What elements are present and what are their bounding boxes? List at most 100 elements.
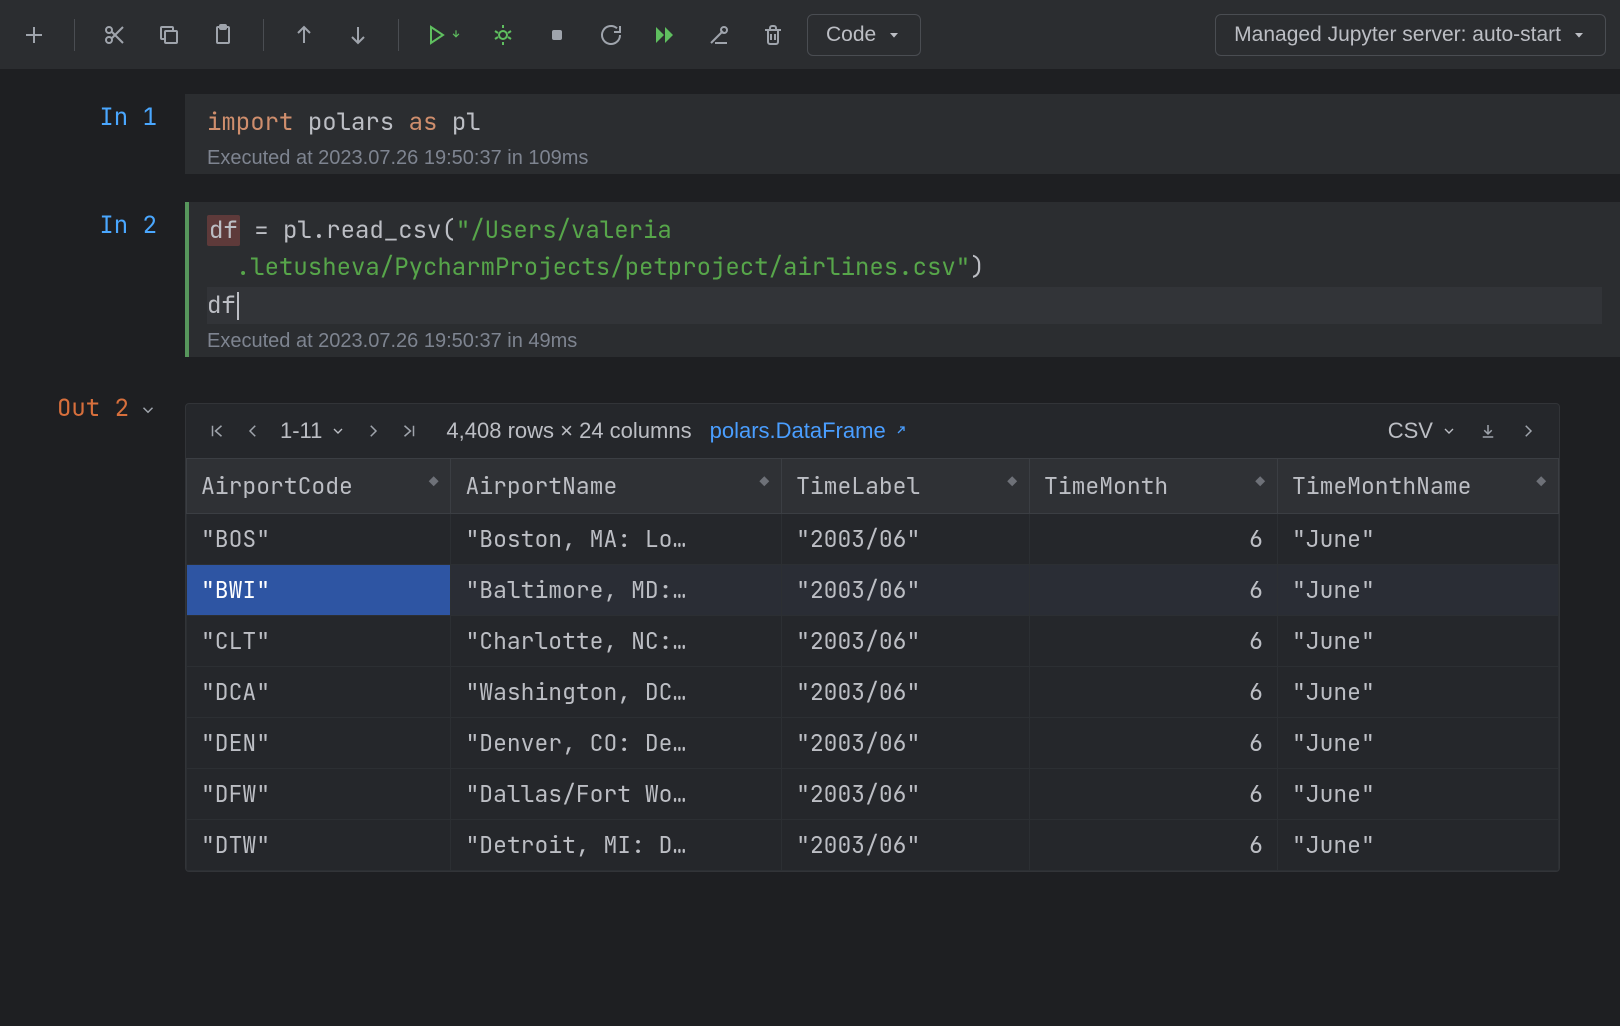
notebook-toolbar: Code Managed Jupyter server: auto-start <box>0 0 1620 70</box>
cell[interactable]: "DTW" <box>187 819 451 870</box>
cell-out-2: Out 2 1-11 4,408 rows × 24 columns <box>0 385 1620 872</box>
server-label: Managed Jupyter server: auto-start <box>1234 23 1561 47</box>
cut-button[interactable] <box>95 15 135 55</box>
cell[interactable]: 6 <box>1030 666 1278 717</box>
execution-info: Executed at 2023.07.26 19:50:37 in 109ms <box>207 147 1602 170</box>
expand-button[interactable] <box>1519 422 1537 440</box>
dataframe-table: AirportCode◆ AirportName◆ TimeLabel◆ Tim… <box>186 458 1559 871</box>
code-line[interactable]: .letusheva/PycharmProjects/petproject/ai… <box>207 249 1602 286</box>
stop-button[interactable] <box>537 15 577 55</box>
dataframe-toolbar: 1-11 4,408 rows × 24 columns polars.Data… <box>186 404 1559 458</box>
move-up-button[interactable] <box>284 15 324 55</box>
cell[interactable]: "June" <box>1277 615 1558 666</box>
cell[interactable]: "Boston, MA: Lo… <box>451 513 782 564</box>
run-all-button[interactable] <box>645 15 685 55</box>
table-row[interactable]: "DCA""Washington, DC…"2003/06"6"June" <box>187 666 1559 717</box>
cell[interactable]: "Washington, DC… <box>451 666 782 717</box>
run-cell-button[interactable] <box>419 15 469 55</box>
download-button[interactable] <box>1479 422 1497 440</box>
page-range-select[interactable]: 1-11 <box>280 418 346 444</box>
sort-icon: ◆ <box>1536 471 1544 492</box>
cell[interactable]: 6 <box>1030 768 1278 819</box>
chevron-down-icon[interactable] <box>139 401 157 419</box>
cell[interactable]: 6 <box>1030 615 1278 666</box>
debug-button[interactable] <box>483 15 523 55</box>
copy-button[interactable] <box>149 15 189 55</box>
cell[interactable]: "June" <box>1277 768 1558 819</box>
text-cursor <box>237 292 239 320</box>
clear-outputs-button[interactable] <box>699 15 739 55</box>
jupyter-server-select[interactable]: Managed Jupyter server: auto-start <box>1215 14 1606 56</box>
cell[interactable]: "2003/06" <box>782 513 1030 564</box>
cell-type-select[interactable]: Code <box>807 14 921 56</box>
table-row[interactable]: "DFW""Dallas/Fort Wo…"2003/06"6"June" <box>187 768 1559 819</box>
external-link-icon <box>892 423 908 439</box>
prev-page-button[interactable] <box>244 422 262 440</box>
column-header[interactable]: AirportName◆ <box>451 458 782 513</box>
cell[interactable]: "Denver, CO: De… <box>451 717 782 768</box>
cell[interactable]: "2003/06" <box>782 768 1030 819</box>
code-line[interactable]: import polars as pl <box>207 104 1602 141</box>
table-row[interactable]: "CLT""Charlotte, NC:…"2003/06"6"June" <box>187 615 1559 666</box>
code-line[interactable]: df = pl.read_csv("/Users/valeria <box>207 212 1602 249</box>
table-row[interactable]: "BWI""Baltimore, MD:…"2003/06"6"June" <box>187 564 1559 615</box>
column-header[interactable]: TimeMonthName◆ <box>1277 458 1558 513</box>
first-page-button[interactable] <box>208 422 226 440</box>
cell[interactable]: 6 <box>1030 717 1278 768</box>
chevron-down-icon <box>330 423 346 439</box>
chevron-down-icon <box>1441 423 1457 439</box>
cell[interactable]: 6 <box>1030 819 1278 870</box>
export-format-select[interactable]: CSV <box>1388 418 1457 444</box>
cell[interactable]: "DFW" <box>187 768 451 819</box>
cell[interactable]: "DCA" <box>187 666 451 717</box>
cell[interactable]: 6 <box>1030 513 1278 564</box>
separator <box>74 19 75 51</box>
cell[interactable]: "BWI" <box>187 564 451 615</box>
last-page-button[interactable] <box>400 422 418 440</box>
cell[interactable]: "2003/06" <box>782 666 1030 717</box>
cell[interactable]: "June" <box>1277 513 1558 564</box>
cell[interactable]: "2003/06" <box>782 819 1030 870</box>
move-down-button[interactable] <box>338 15 378 55</box>
code-cell[interactable]: df = pl.read_csv("/Users/valeria .letush… <box>185 202 1620 357</box>
table-row[interactable]: "DTW""Detroit, MI: D…"2003/06"6"June" <box>187 819 1559 870</box>
table-row[interactable]: "BOS""Boston, MA: Lo…"2003/06"6"June" <box>187 513 1559 564</box>
cell[interactable]: "June" <box>1277 717 1558 768</box>
cell[interactable]: "Detroit, MI: D… <box>451 819 782 870</box>
prompt-in-2: In 2 <box>0 202 185 357</box>
cell[interactable]: "BOS" <box>187 513 451 564</box>
add-cell-button[interactable] <box>14 15 54 55</box>
execution-info: Executed at 2023.07.26 19:50:37 in 49ms <box>207 330 1602 353</box>
chevron-down-icon <box>886 27 902 43</box>
sort-icon: ◆ <box>1007 471 1015 492</box>
column-header[interactable]: TimeMonth◆ <box>1030 458 1278 513</box>
cell[interactable]: "June" <box>1277 666 1558 717</box>
code-cell[interactable]: import polars as pl Executed at 2023.07.… <box>185 94 1620 174</box>
cell[interactable]: "CLT" <box>187 615 451 666</box>
sort-icon: ◆ <box>759 471 767 492</box>
cell[interactable]: "Dallas/Fort Wo… <box>451 768 782 819</box>
cell[interactable]: "Baltimore, MD:… <box>451 564 782 615</box>
cell[interactable]: "June" <box>1277 564 1558 615</box>
code-line[interactable]: df <box>207 287 1602 324</box>
cell[interactable]: "Charlotte, NC:… <box>451 615 782 666</box>
column-header[interactable]: TimeLabel◆ <box>782 458 1030 513</box>
cell[interactable]: "2003/06" <box>782 615 1030 666</box>
cell[interactable]: "June" <box>1277 819 1558 870</box>
cell[interactable]: "2003/06" <box>782 564 1030 615</box>
delete-cell-button[interactable] <box>753 15 793 55</box>
dataframe-panel: 1-11 4,408 rows × 24 columns polars.Data… <box>185 403 1560 872</box>
cell[interactable]: "DEN" <box>187 717 451 768</box>
chevron-down-icon <box>1571 27 1587 43</box>
cell-in-2: In 2 df = pl.read_csv("/Users/valeria .l… <box>0 202 1620 357</box>
dataframe-type-link[interactable]: polars.DataFrame <box>710 418 908 444</box>
cell-in-1: In 1 import polars as pl Executed at 202… <box>0 94 1620 174</box>
restart-button[interactable] <box>591 15 631 55</box>
cell[interactable]: 6 <box>1030 564 1278 615</box>
cell[interactable]: "2003/06" <box>782 717 1030 768</box>
column-header[interactable]: AirportCode◆ <box>187 458 451 513</box>
sort-icon: ◆ <box>429 471 437 492</box>
next-page-button[interactable] <box>364 422 382 440</box>
table-row[interactable]: "DEN""Denver, CO: De…"2003/06"6"June" <box>187 717 1559 768</box>
paste-button[interactable] <box>203 15 243 55</box>
